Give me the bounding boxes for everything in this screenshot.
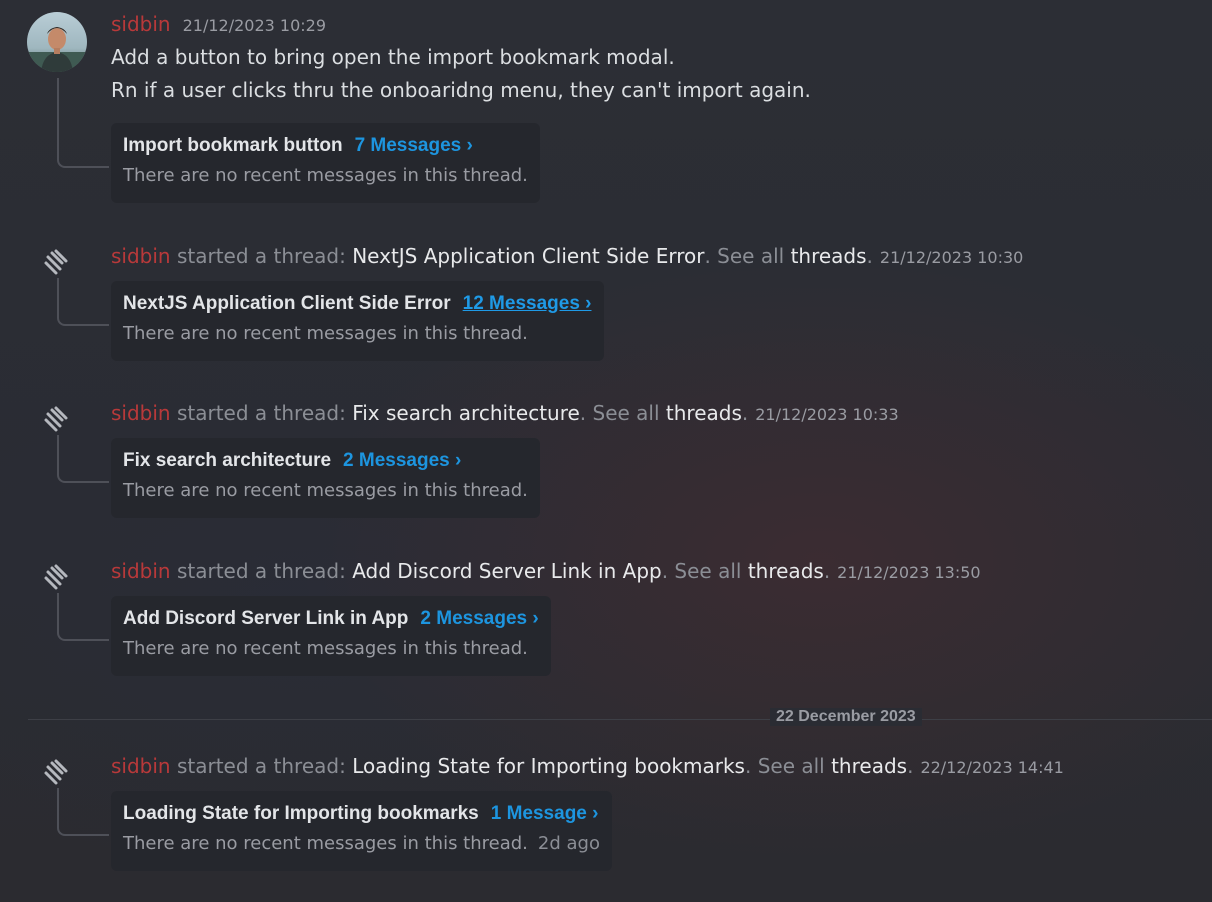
- thread-icon: [44, 249, 68, 275]
- thread-action: started a thread:: [176, 754, 346, 778]
- thread-icon: [44, 406, 68, 432]
- thread-card-title: Add Discord Server Link in App: [123, 608, 409, 629]
- timestamp[interactable]: 22/12/2023 14:41: [920, 758, 1063, 777]
- author-name[interactable]: sidbin: [111, 244, 171, 268]
- date-divider-label: 22 December 2023: [770, 708, 922, 726]
- author-name[interactable]: sidbin: [111, 401, 171, 425]
- thread-connector: [57, 78, 109, 168]
- timestamp[interactable]: 21/12/2023 10:29: [183, 16, 326, 35]
- thread-card[interactable]: Add Discord Server Link in App 2 Message…: [111, 596, 551, 676]
- thread-card-title: Import bookmark button: [123, 135, 343, 156]
- thread-connector: [57, 278, 109, 326]
- thread-connector: [57, 788, 109, 836]
- thread-card-subtext: There are no recent messages in this thr…: [123, 638, 528, 659]
- see-all-text: . See all: [579, 401, 660, 425]
- thread-icon: [44, 759, 68, 785]
- threads-link[interactable]: threads: [791, 244, 867, 268]
- thread-messages-link[interactable]: 1 Message ›: [491, 803, 599, 825]
- thread-card[interactable]: Fix search architecture 2 Messages › The…: [111, 438, 540, 518]
- author-name[interactable]: sidbin: [111, 754, 171, 778]
- thread-title-link[interactable]: NextJS Application Client Side Error: [352, 244, 704, 268]
- thread-action: started a thread:: [176, 559, 346, 583]
- thread-card-subtext: There are no recent messages in this thr…: [123, 480, 528, 501]
- thread-messages-link[interactable]: 12 Messages ›: [463, 293, 592, 315]
- thread-title-link[interactable]: Add Discord Server Link in App: [352, 559, 662, 583]
- thread-connector: [57, 593, 109, 641]
- thread-connector: [57, 435, 109, 483]
- thread-card-subtext: There are no recent messages in this thr…: [123, 833, 600, 854]
- threads-link[interactable]: threads: [748, 559, 824, 583]
- thread-messages-link[interactable]: 2 Messages ›: [343, 450, 461, 472]
- message-line: Rn if a user clicks thru the onboaridng …: [111, 78, 811, 102]
- period: .: [741, 401, 749, 425]
- thread-start-message: sidbin started a thread: NextJS Applicat…: [111, 244, 1023, 272]
- thread-action: started a thread:: [176, 244, 346, 268]
- timestamp[interactable]: 21/12/2023 10:30: [880, 248, 1023, 267]
- thread-start-message: sidbin started a thread: Fix search arch…: [111, 401, 899, 429]
- thread-card-title: Fix search architecture: [123, 450, 332, 471]
- thread-messages-link[interactable]: 7 Messages ›: [355, 135, 473, 157]
- last-activity-time: 2d ago: [537, 833, 600, 854]
- thread-card[interactable]: NextJS Application Client Side Error 12 …: [111, 281, 604, 361]
- thread-card-subtext: There are no recent messages in this thr…: [123, 323, 528, 344]
- message-line: Add a button to bring open the import bo…: [111, 45, 675, 69]
- timestamp[interactable]: 21/12/2023 13:50: [837, 563, 980, 582]
- date-divider-line: [28, 719, 1212, 720]
- thread-start-message: sidbin started a thread: Loading State f…: [111, 754, 1064, 782]
- message-header: sidbin 21/12/2023 10:29: [111, 12, 326, 40]
- thread-title-link[interactable]: Fix search architecture: [352, 401, 580, 425]
- see-all-text: . See all: [704, 244, 785, 268]
- thread-card-subtext-text: There are no recent messages in this thr…: [123, 833, 528, 854]
- author-name[interactable]: sidbin: [111, 559, 171, 583]
- thread-card-subtext: There are no recent messages in this thr…: [123, 165, 528, 186]
- period: .: [866, 244, 873, 268]
- thread-start-message: sidbin started a thread: Add Discord Ser…: [111, 559, 981, 587]
- period: .: [907, 754, 914, 778]
- period: .: [823, 559, 831, 583]
- avatar[interactable]: [27, 12, 87, 72]
- thread-card[interactable]: Loading State for Importing bookmarks 1 …: [111, 791, 612, 871]
- message-content: Add a button to bring open the import bo…: [111, 41, 811, 107]
- timestamp[interactable]: 21/12/2023 10:33: [755, 405, 898, 424]
- thread-messages-link[interactable]: 2 Messages ›: [420, 608, 538, 630]
- thread-card-title: NextJS Application Client Side Error: [123, 293, 451, 314]
- thread-action: started a thread:: [176, 401, 346, 425]
- threads-link[interactable]: threads: [666, 401, 742, 425]
- thread-title-link[interactable]: Loading State for Importing bookmarks: [352, 754, 745, 778]
- see-all-text: . See all: [744, 754, 825, 778]
- see-all-text: . See all: [661, 559, 742, 583]
- threads-link[interactable]: threads: [831, 754, 907, 778]
- author-name[interactable]: sidbin: [111, 12, 171, 36]
- thread-card-title: Loading State for Importing bookmarks: [123, 803, 479, 824]
- thread-icon: [44, 564, 68, 590]
- thread-card[interactable]: Import bookmark button 7 Messages › Ther…: [111, 123, 540, 203]
